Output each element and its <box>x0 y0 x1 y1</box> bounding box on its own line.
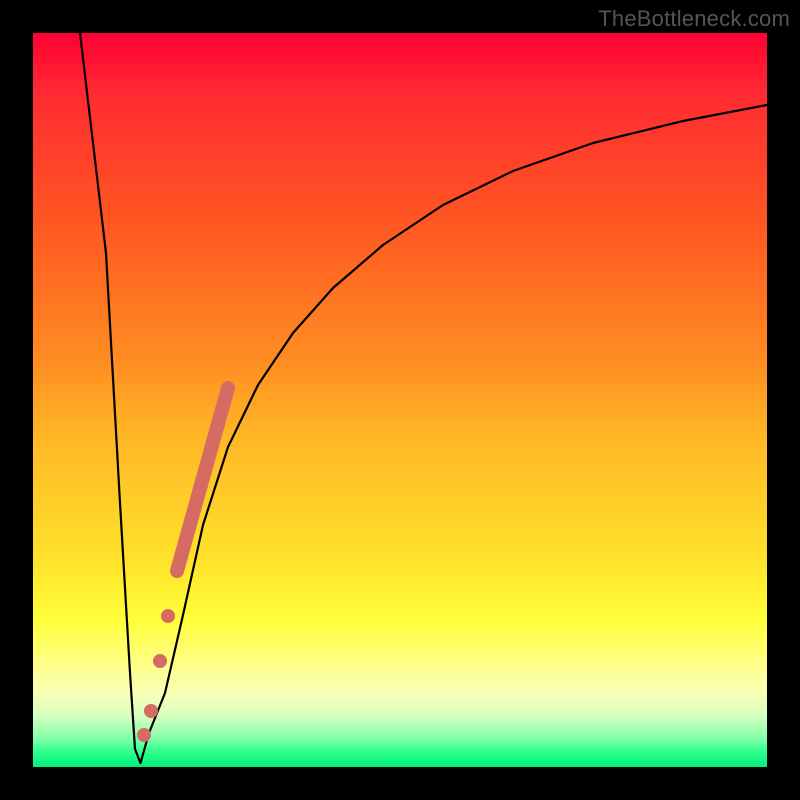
watermark-text: TheBottleneck.com <box>598 6 790 32</box>
bottleneck-curve <box>80 33 767 763</box>
chart-frame: TheBottleneck.com <box>0 0 800 800</box>
overlay-dot <box>161 609 175 623</box>
overlay-segment <box>177 388 228 571</box>
overlay-dot <box>153 654 167 668</box>
plot-area <box>33 33 767 767</box>
overlay-dot <box>137 728 151 742</box>
overlay-dot <box>144 704 158 718</box>
curve-svg <box>33 33 767 767</box>
